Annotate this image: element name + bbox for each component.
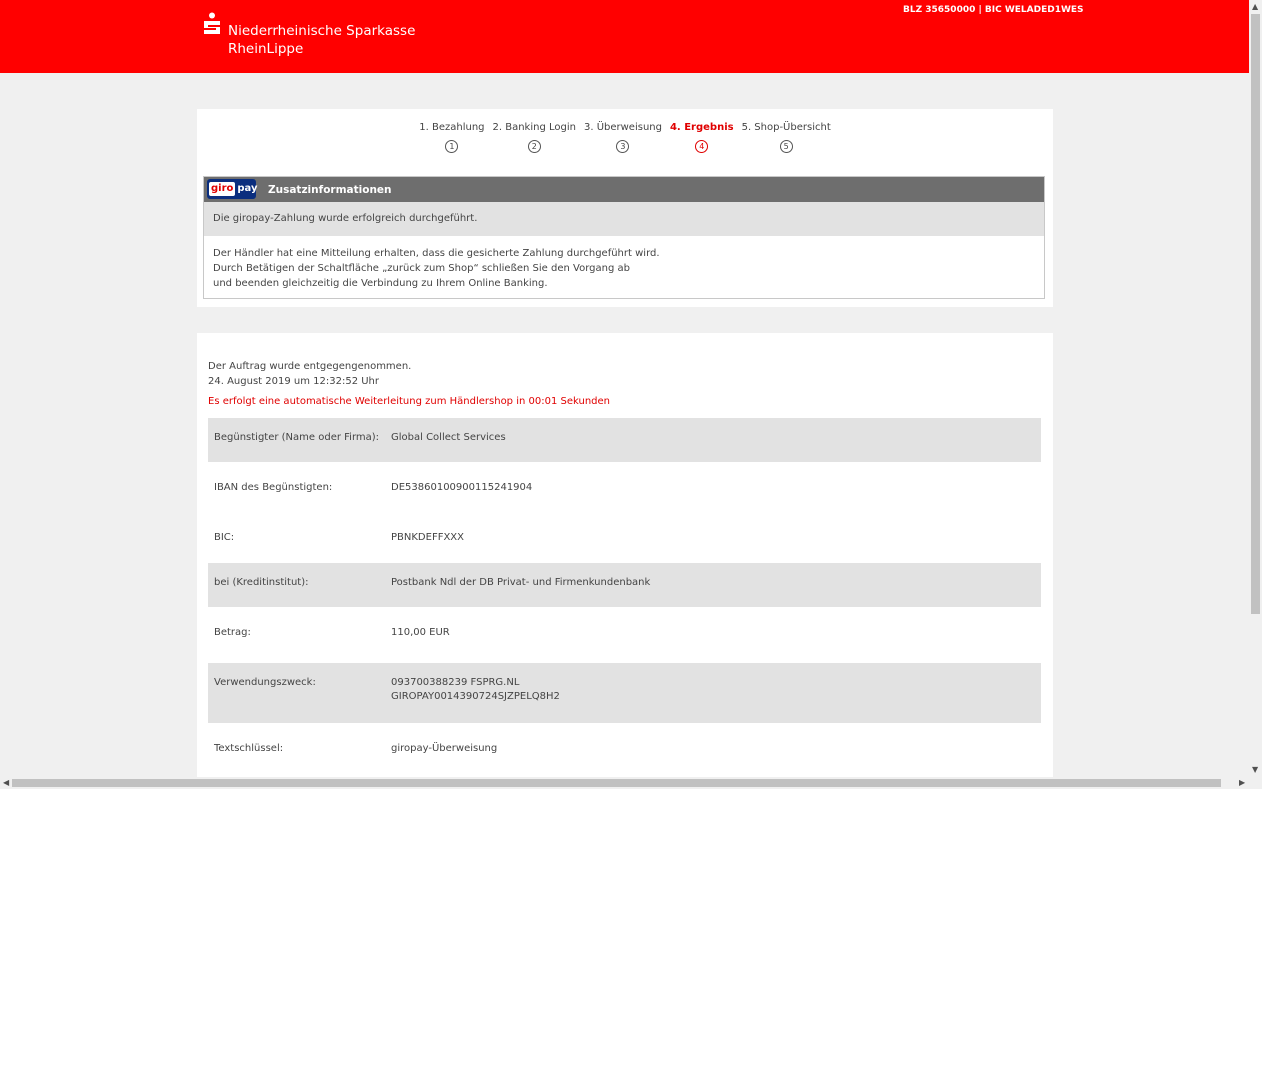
detail-value: Global Collect Services — [391, 418, 506, 462]
bank-header: Niederrheinische Sparkasse RheinLippe BL… — [0, 0, 1249, 73]
info-box-title: Zusatzinformationen — [268, 184, 392, 196]
step-2: 2. Banking Login 2 — [493, 121, 576, 153]
detail-value-text: giropay-Überweisung — [391, 743, 498, 754]
detail-value-text: PBNKDEFFXXX — [391, 532, 465, 543]
detail-label: Betrag: — [214, 627, 251, 638]
detail-value: Postbank Ndl der DB Privat- und Firmenku… — [391, 563, 650, 607]
detail-label: bei (Kreditinstitut): — [214, 577, 309, 588]
success-message: Die giropay-Zahlung wurde erfolgreich du… — [204, 202, 1044, 236]
progress-steps: 1. Bezahlung 1 2. Banking Login 2 3. Übe… — [197, 121, 1053, 153]
step-number: 4 — [695, 140, 709, 153]
detail-value: 093700388239 FSPRG.NL GIROPAY0014390724S… — [391, 663, 560, 723]
detail-value: 110,00 EUR — [391, 613, 450, 663]
horizontal-scroll-thumb[interactable] — [12, 779, 1221, 787]
detail-value: DE53860100900115241904 — [391, 468, 532, 518]
detail-value-text: 093700388239 FSPRG.NL — [391, 677, 520, 688]
redirect-notice: Es erfolgt eine automatische Weiterleitu… — [208, 396, 610, 407]
sparkasse-logo-icon — [204, 12, 220, 34]
detail-row-bank: bei (Kreditinstitut): Postbank Ndl der D… — [208, 563, 1041, 607]
bank-name-line1: Niederrheinische Sparkasse — [228, 23, 416, 39]
scroll-left-icon[interactable]: ◀ — [3, 778, 9, 788]
detail-row-text-key: Textschlüssel: giropay-Überweisung — [208, 723, 1041, 777]
detail-row-iban: IBAN des Begünstigten: DE538601009001152… — [208, 462, 1041, 518]
giropay-logo-giro: giro — [209, 182, 236, 196]
step-5: 5. Shop-Übersicht 5 — [742, 121, 831, 153]
step-number: 5 — [779, 140, 793, 153]
step-3: 3. Überweisung 3 — [584, 121, 662, 153]
info-box-body: Der Händler hat eine Mitteilung erhalten… — [204, 236, 1044, 301]
detail-value: PBNKDEFFXXX — [391, 518, 464, 563]
scroll-down-icon[interactable]: ▼ — [1252, 765, 1258, 775]
giropay-logo: giro pay — [207, 179, 258, 199]
detail-value-text-line2: GIROPAY0014390724SJZPELQ8H2 — [391, 691, 560, 702]
detail-row-amount: Betrag: 110,00 EUR — [208, 607, 1041, 663]
transfer-details: Begünstigter (Name oder Firma): Global C… — [208, 418, 1041, 777]
bank-name: Niederrheinische Sparkasse RheinLippe — [228, 22, 415, 58]
browser-viewport: Niederrheinische Sparkasse RheinLippe BL… — [0, 0, 1249, 777]
info-text-line1: Der Händler hat eine Mitteilung erhalten… — [213, 248, 660, 259]
step-label: 5. Shop-Übersicht — [741, 122, 831, 133]
step-label: 3. Überweisung — [583, 122, 662, 133]
order-panel: Der Auftrag wurde entgegengenommen. 24. … — [197, 333, 1053, 777]
step-label: 4. Ergebnis — [669, 122, 734, 133]
detail-value-text: Postbank Ndl der DB Privat- und Firmenku… — [391, 577, 651, 588]
horizontal-scrollbar[interactable]: ◀ ▶ — [0, 777, 1262, 789]
bank-name-line2: RheinLippe — [228, 41, 304, 57]
detail-label: Textschlüssel: — [214, 743, 284, 754]
vertical-scroll-thumb[interactable] — [1251, 14, 1260, 614]
detail-label: Verwendungszweck: — [214, 677, 316, 688]
step-number: 3 — [616, 140, 630, 153]
detail-value-text: 110,00 EUR — [391, 627, 450, 638]
step-label: 1. Bezahlung — [419, 122, 485, 133]
order-confirmation: Der Auftrag wurde entgegengenommen. 24. … — [208, 359, 411, 389]
detail-row-beneficiary: Begünstigter (Name oder Firma): Global C… — [208, 418, 1041, 462]
scroll-right-icon[interactable]: ▶ — [1239, 778, 1245, 788]
confirmation-text: Der Auftrag wurde entgegengenommen. — [208, 361, 412, 372]
blz-bic-info: BLZ 35650000 | BIC WELADED1WES — [903, 5, 1084, 15]
detail-row-bic: BIC: PBNKDEFFXXX — [208, 518, 1041, 563]
detail-row-purpose: Verwendungszweck: 093700388239 FSPRG.NL … — [208, 663, 1041, 723]
step-number: 2 — [527, 140, 541, 153]
vertical-scrollbar[interactable]: ▲ ▼ — [1249, 0, 1262, 777]
detail-value-text: Global Collect Services — [391, 432, 506, 443]
confirmation-timestamp: 24. August 2019 um 12:32:52 Uhr — [208, 376, 380, 387]
info-box: giro pay Zusatzinformationen Die giropay… — [203, 176, 1045, 299]
status-panel: 1. Bezahlung 1 2. Banking Login 2 3. Übe… — [197, 109, 1053, 307]
giropay-logo-pay: pay — [237, 183, 258, 194]
step-label: 2. Banking Login — [492, 122, 576, 133]
step-4-active: 4. Ergebnis 4 — [670, 121, 734, 153]
detail-label: Begünstigter (Name oder Firma): — [214, 432, 380, 443]
info-text-line3: und beenden gleichzeitig die Verbindung … — [213, 278, 548, 289]
detail-value-text: DE53860100900115241904 — [391, 482, 533, 493]
scroll-up-icon[interactable]: ▲ — [1252, 2, 1258, 12]
step-number: 1 — [445, 140, 459, 153]
info-text-line2: Durch Betätigen der Schaltfläche „zurück… — [213, 263, 630, 274]
step-1: 1. Bezahlung 1 — [419, 121, 485, 153]
detail-label: BIC: — [214, 532, 235, 543]
info-box-header: giro pay Zusatzinformationen — [204, 177, 1044, 202]
detail-value: giropay-Überweisung — [391, 729, 497, 777]
detail-label: IBAN des Begünstigten: — [214, 482, 333, 493]
